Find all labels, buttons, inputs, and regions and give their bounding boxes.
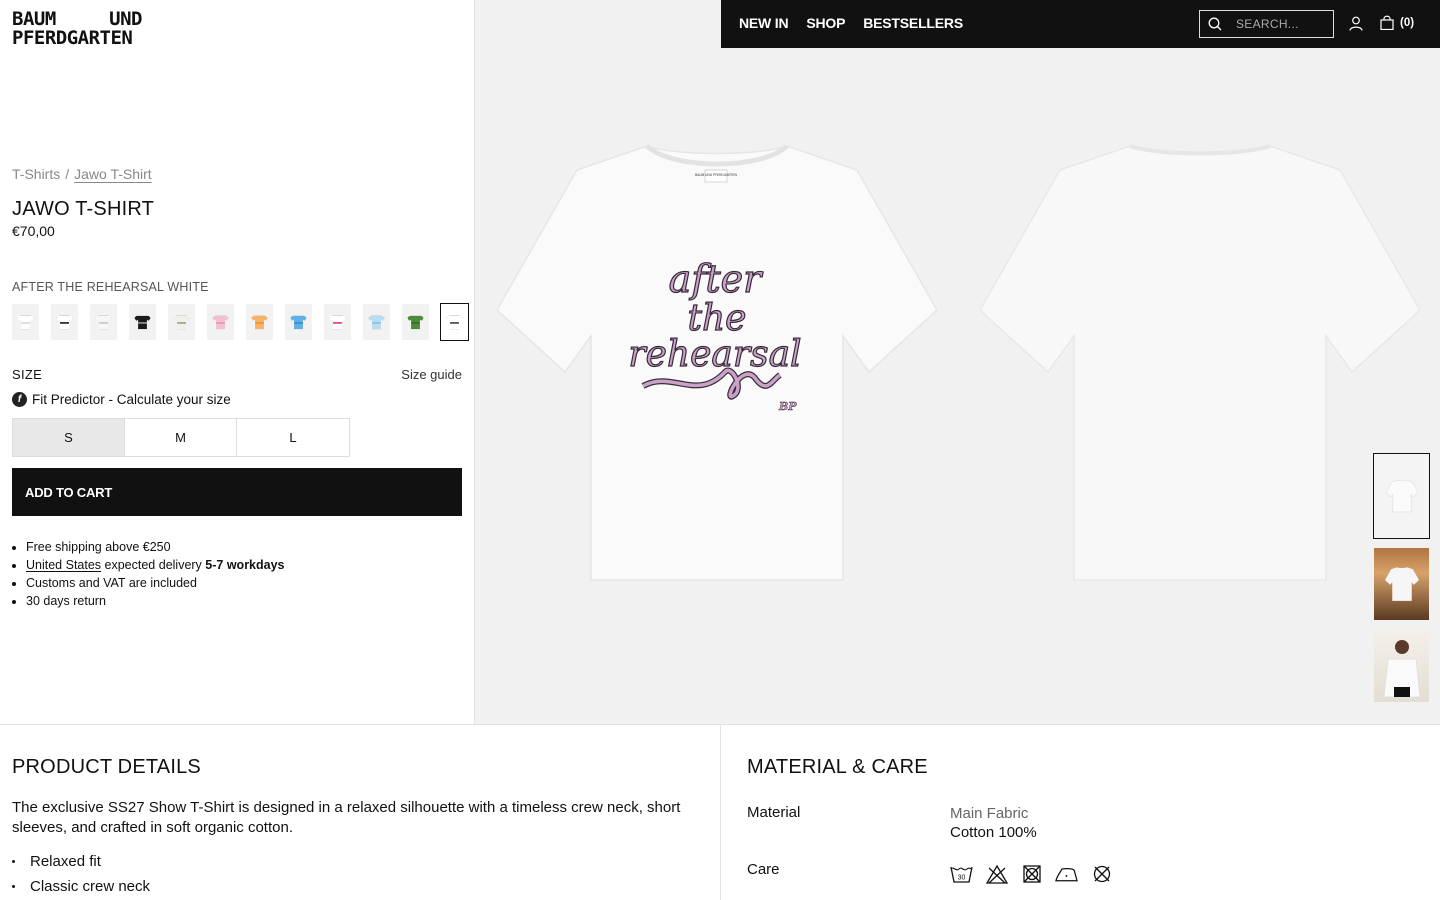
print-word-the: the (688, 298, 747, 339)
tshirt-thumbnail-icon (446, 314, 463, 330)
print-mark: BP (778, 400, 797, 413)
delivery-text: expected delivery (104, 558, 202, 572)
color-swatch[interactable] (129, 304, 156, 340)
color-swatch[interactable] (12, 304, 39, 340)
size-option-s[interactable]: S (13, 419, 125, 456)
size-option-l[interactable]: L (237, 419, 349, 456)
cart-count: (0) (1400, 16, 1415, 29)
bottom-section: PRODUCT DETAILS The exclusive SS27 Show … (0, 724, 1440, 900)
color-swatch[interactable] (246, 304, 273, 340)
fit-predictor-label: Fit Predictor - Calculate your size (32, 392, 231, 407)
fit-predictor-icon: f (12, 392, 27, 407)
product-description: The exclusive SS27 Show T-Shirt is desig… (12, 799, 681, 836)
tshirt-thumbnail-icon (56, 314, 73, 330)
add-to-cart-button[interactable]: ADD TO CART (12, 468, 462, 516)
nav-bestsellers[interactable]: BESTSELLERS (863, 15, 963, 31)
tshirt-thumbnail-icon (95, 314, 112, 330)
search-box[interactable] (1199, 10, 1334, 38)
info-delivery: United States expected delivery 5-7 work… (26, 556, 285, 574)
material-care-heading: MATERIAL & CARE (747, 756, 928, 778)
size-selector: S M L (12, 418, 350, 457)
thumbnail-front[interactable] (1373, 453, 1430, 539)
material-label: Material (747, 804, 801, 821)
user-account-button[interactable] (1349, 16, 1363, 36)
fit-predictor[interactable]: f Fit Predictor - Calculate your size (12, 392, 231, 407)
logo-word-3: PFERDGARTEN (12, 27, 133, 49)
thumbnail-model-photo-2[interactable] (1374, 630, 1429, 702)
breadcrumb-tshirts[interactable]: T-Shirts (12, 166, 60, 182)
wash-temperature: 30 (958, 875, 966, 882)
tshirt-thumbnail-icon (134, 314, 151, 330)
tshirt-thumbnail-icon (173, 314, 190, 330)
nav-new-in[interactable]: NEW IN (739, 15, 789, 31)
material-care-section: MATERIAL & CARE Material Main Fabric Cot… (721, 725, 1440, 900)
tshirt-thumbnail-icon (368, 314, 385, 330)
color-swatch[interactable] (440, 303, 469, 341)
breadcrumb: T-Shirts / Jawo T-Shirt (12, 166, 152, 182)
neck-label-text: BAUM UND PFERDGARTEN (695, 173, 738, 177)
fabric-type: Main Fabric (950, 805, 1029, 822)
shipping-info-list: Free shipping above €250 United States e… (26, 538, 285, 610)
info-customs: Customs and VAT are included (26, 574, 285, 592)
feature-item: Relaxed fit (12, 849, 150, 874)
tshirt-thumbnail-icon (329, 314, 346, 330)
color-swatch[interactable] (285, 304, 312, 340)
tshirt-thumbnail-icon (251, 314, 268, 330)
color-swatch[interactable] (51, 304, 78, 340)
tshirt-thumbnail-icon (407, 314, 424, 330)
product-image-front[interactable]: BAUM UND PFERDGARTEN after the rehearsal… (497, 140, 937, 582)
color-swatch[interactable] (363, 304, 390, 340)
no-tumble-dry-icon (1020, 863, 1043, 885)
country-link[interactable]: United States (26, 558, 101, 572)
product-details-section: PRODUCT DETAILS The exclusive SS27 Show … (0, 725, 721, 900)
delivery-time: 5-7 workdays (205, 558, 285, 572)
search-icon (1208, 17, 1222, 31)
color-swatch[interactable] (402, 304, 429, 340)
brand-logo[interactable]: BAUM UND PFERDGARTEN (12, 10, 142, 48)
product-price: €70,00 (12, 223, 55, 239)
search-input[interactable] (1236, 17, 1316, 31)
nav-shop[interactable]: SHOP (806, 15, 845, 31)
no-dry-clean-icon (1090, 863, 1113, 885)
fabric-composition: Cotton 100% (950, 824, 1037, 841)
thumbnail-model-photo-1[interactable] (1374, 548, 1429, 620)
iron-low-icon (1055, 863, 1078, 885)
cart-button[interactable]: (0) (1380, 15, 1414, 30)
product-title: JAWO T-SHIRT (12, 198, 155, 220)
product-info-panel: BAUM UND PFERDGARTEN T-Shirts / Jawo T-Shi… (0, 0, 475, 724)
print-word-after: after (669, 257, 764, 301)
color-swatch[interactable] (207, 304, 234, 340)
feature-item: Classic crew neck (12, 874, 150, 899)
top-navigation: NEW IN SHOP BESTSELLERS (0) (721, 0, 1440, 48)
print-word-rehearsal: rehearsal (628, 334, 801, 375)
user-icon (1349, 16, 1363, 31)
wash-30-icon: 30 (950, 863, 973, 885)
product-gallery: BAUM UND PFERDGARTEN after the rehearsal… (475, 0, 1440, 724)
info-returns: 30 days return (26, 592, 285, 610)
tshirt-thumbnail-icon (290, 314, 307, 330)
color-swatch[interactable] (90, 304, 117, 340)
size-option-m[interactable]: M (125, 419, 237, 456)
color-swatch[interactable] (168, 304, 195, 340)
product-details-heading: PRODUCT DETAILS (12, 756, 201, 778)
tshirt-thumbnail-icon (17, 314, 34, 330)
info-shipping: Free shipping above €250 (26, 538, 285, 556)
gallery-thumbnails (1373, 453, 1430, 702)
care-label: Care (747, 861, 780, 878)
size-label: SIZE (12, 367, 43, 382)
color-name: AFTER THE REHEARSAL WHITE (12, 280, 209, 294)
color-swatches (12, 303, 469, 341)
product-image-back[interactable] (980, 140, 1420, 582)
size-guide-link[interactable]: Size guide (401, 367, 462, 382)
breadcrumb-current[interactable]: Jawo T-Shirt (74, 166, 152, 182)
tshirt-thumbnail-icon (212, 314, 229, 330)
bag-icon (1380, 15, 1394, 30)
breadcrumb-separator: / (65, 166, 70, 182)
color-swatch[interactable] (324, 304, 351, 340)
nav-links: NEW IN SHOP BESTSELLERS (739, 15, 963, 31)
care-icons: 30 (950, 863, 1113, 885)
no-bleach-icon (985, 863, 1008, 885)
feature-list: Relaxed fit Classic crew neck (12, 849, 150, 899)
